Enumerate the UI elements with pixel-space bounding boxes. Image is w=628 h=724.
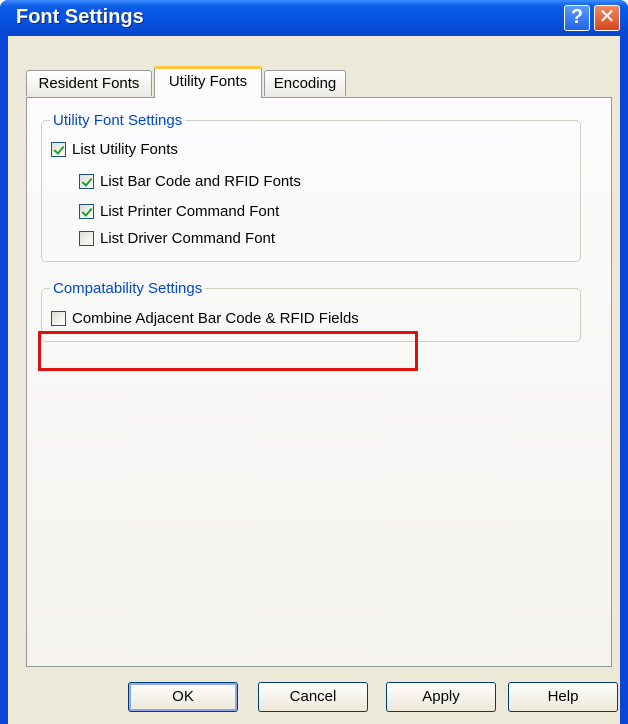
tab-panel-utility-fonts: Utility Font Settings List Utility Fonts…: [26, 97, 612, 667]
list-bar-code-rfid-fonts-label: List Bar Code and RFID Fonts: [100, 172, 301, 190]
font-settings-dialog: Font Settings ? ✕ Resident Fonts Utility…: [0, 0, 628, 724]
cancel-button[interactable]: Cancel: [258, 682, 368, 712]
list-utility-fonts-checkbox[interactable]: List Utility Fonts: [51, 139, 178, 159]
window-title: Font Settings: [16, 6, 144, 28]
title-bar[interactable]: Font Settings ? ✕: [0, 0, 628, 36]
combine-adjacent-fields-checkbox[interactable]: Combine Adjacent Bar Code & RFID Fields: [51, 308, 359, 328]
list-utility-fonts-label: List Utility Fonts: [72, 140, 178, 158]
checkbox-box: [51, 310, 66, 326]
close-title-button[interactable]: ✕: [594, 5, 620, 31]
checkmark-icon: [79, 203, 94, 219]
tab-encoding[interactable]: Encoding: [264, 70, 346, 96]
list-driver-command-font-checkbox[interactable]: List Driver Command Font: [79, 228, 275, 248]
list-driver-command-font-label: List Driver Command Font: [100, 229, 276, 247]
list-bar-code-rfid-fonts-checkbox[interactable]: List Bar Code and RFID Fonts: [79, 171, 301, 191]
help-title-button[interactable]: ?: [564, 5, 590, 31]
dialog-body: Resident Fonts Utility Fonts Encoding Ut…: [8, 36, 620, 724]
ok-button[interactable]: OK: [128, 682, 238, 712]
checkmark-icon: [79, 173, 94, 189]
list-printer-command-font-label: List Printer Command Font: [100, 202, 280, 220]
compatability-settings-legend: Compatability Settings: [53, 280, 203, 297]
utility-font-settings-legend: Utility Font Settings: [53, 112, 183, 129]
checkbox-box: [79, 230, 94, 246]
help-button[interactable]: Help: [508, 682, 618, 712]
apply-button[interactable]: Apply: [386, 682, 496, 712]
checkmark-icon: [51, 141, 66, 157]
combine-adjacent-fields-label: Combine Adjacent Bar Code & RFID Fields: [72, 309, 359, 327]
tab-resident-fonts[interactable]: Resident Fonts: [26, 70, 152, 96]
help-icon: ?: [570, 6, 584, 28]
close-icon: ✕: [598, 6, 616, 28]
tab-utility-fonts[interactable]: Utility Fonts: [154, 66, 262, 98]
list-printer-command-font-checkbox[interactable]: List Printer Command Font: [79, 201, 279, 221]
